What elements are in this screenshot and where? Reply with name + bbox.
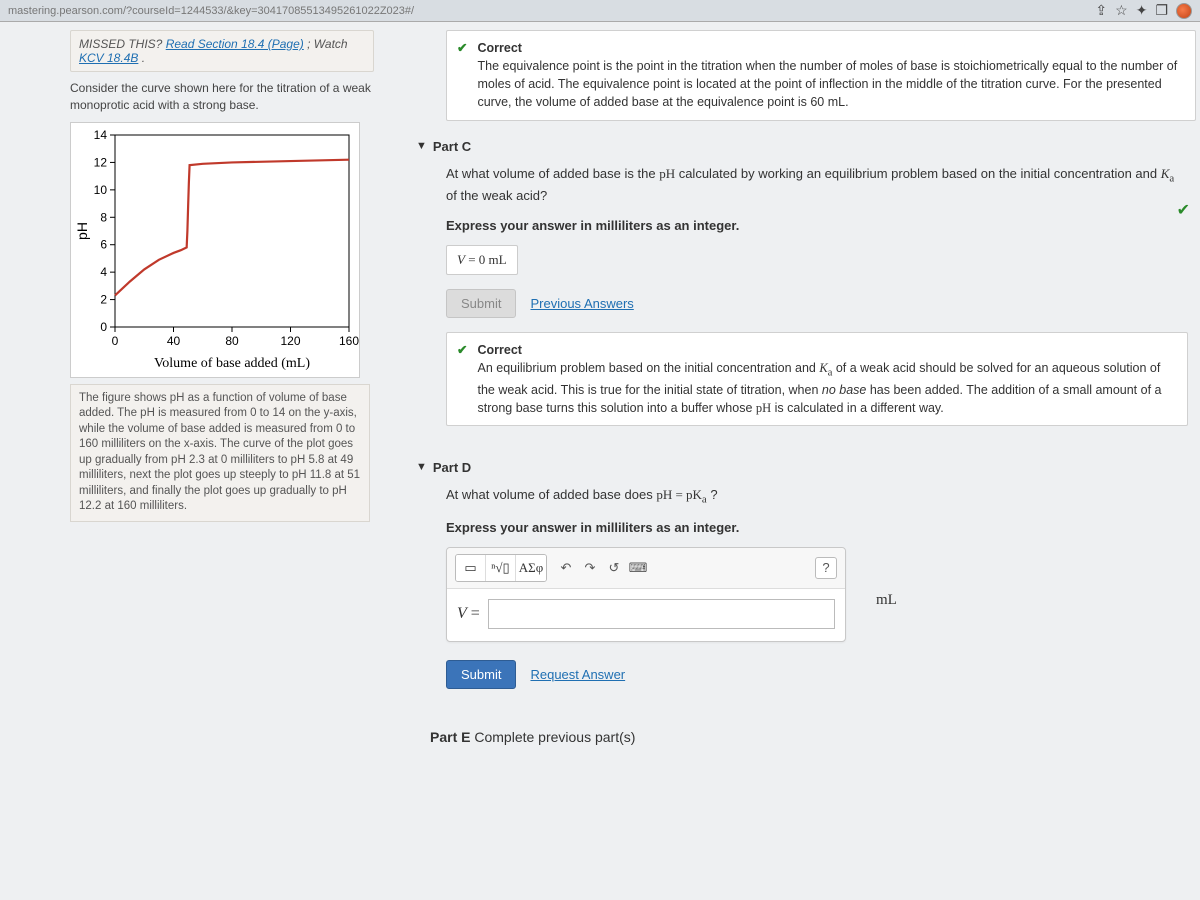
part-c-question: At what volume of added base is the pH c… [446, 164, 1188, 206]
missed-dot: . [142, 51, 145, 65]
kcv-link[interactable]: KCV 18.4B [79, 51, 138, 65]
svg-text:80: 80 [225, 334, 239, 348]
part-c-done-check-icon: ✔ [1177, 200, 1190, 220]
var-v: V [457, 252, 465, 267]
part-d-answer-widget: ▭ ⁿ√▯ ΑΣφ ↶ ↷ ↺ ⌨ ? V = [446, 547, 846, 642]
part-c-header[interactable]: ▼ Part C [386, 135, 1196, 164]
part-d-answer-input[interactable] [488, 599, 835, 629]
part-c-answer-display: V = 0 mL [446, 245, 518, 275]
cb1: An equilibrium problem based on the init… [477, 361, 819, 375]
qd3: ? [710, 487, 717, 502]
missed-this-box: MISSED THIS? Read Section 18.4 (Page) ; … [70, 30, 374, 72]
window-icon[interactable]: ❐ [1155, 2, 1168, 19]
cb-ka-sub: a [828, 367, 833, 378]
q-text3: of the weak acid? [446, 188, 547, 203]
svg-text:pH: pH [74, 222, 90, 240]
part-c-submit-button: Submit [446, 289, 516, 318]
cb-ka: K [819, 361, 827, 375]
consider-text: Consider the curve shown here for the ti… [70, 80, 374, 114]
svg-text:8: 8 [100, 210, 107, 224]
right-panel: ✔ Correct The equivalence point is the p… [380, 22, 1200, 900]
read-section-link[interactable]: Read Section 18.4 (Page) [166, 37, 304, 51]
q-text: At what volume of added base is the [446, 166, 659, 181]
request-answer-link[interactable]: Request Answer [530, 665, 625, 685]
part-d-question: At what volume of added base does pH = p… [446, 485, 1188, 508]
star-icon[interactable]: ☆ [1115, 2, 1128, 19]
part-e-sub: Complete previous part(s) [474, 729, 635, 745]
q-text2: calculated by working an equilibrium pro… [679, 166, 1161, 181]
missed-label: MISSED THIS? [79, 37, 166, 51]
part-d-instruct: Express your answer in milliliters as an… [446, 518, 1188, 538]
missed-sep: ; Watch [307, 37, 347, 51]
check-icon: ✔ [457, 341, 467, 417]
part-d-body: At what volume of added base does pH = p… [386, 485, 1196, 719]
svg-text:Volume of base added (mL): Volume of base added (mL) [154, 356, 310, 371]
svg-text:14: 14 [94, 128, 108, 142]
avatar[interactable] [1176, 3, 1192, 19]
part-d-header[interactable]: ▼ Part D [386, 456, 1196, 485]
qd-sub: a [702, 493, 707, 505]
part-e-label: Part E [430, 729, 470, 745]
part-c-instruct: Express your answer in milliliters as an… [446, 216, 1188, 236]
cb7: is calculated in a different way. [775, 401, 944, 415]
part-e-header: Part E Complete previous part(s) [386, 719, 1196, 745]
titration-figure: 0 2 4 6 8 10 12 14 0 40 80 120 160 pH Volume of base a… [70, 122, 360, 378]
radical-button[interactable]: ⁿ√▯ [486, 555, 516, 581]
undo-icon[interactable]: ↶ [555, 557, 577, 579]
titration-chart: 0 2 4 6 8 10 12 14 0 40 80 120 160 pH Volume of base a… [73, 125, 359, 375]
part-c-body: At what volume of added base is the pH c… [386, 164, 1196, 456]
browser-chrome-bar: mastering.pearson.com/?courseId=1244533/… [0, 0, 1200, 22]
share-icon[interactable]: ⇪ [1095, 2, 1107, 19]
figure-caption: The figure shows pH as a function of vol… [70, 384, 370, 522]
svg-text:4: 4 [100, 265, 107, 279]
feedback-equivalence: ✔ Correct The equivalence point is the p… [446, 30, 1196, 121]
part-c-correct-box: ✔ Correct An equilibrium problem based o… [446, 332, 1188, 426]
part-c-title: Part C [433, 139, 471, 154]
svg-text:40: 40 [167, 334, 181, 348]
url-fragment: mastering.pearson.com/?courseId=1244533/… [8, 5, 1095, 17]
svg-text:6: 6 [100, 237, 107, 251]
q-ph: pH [659, 166, 675, 181]
cb-nobase: no base [822, 383, 866, 397]
keyboard-icon[interactable]: ⌨ [627, 557, 649, 579]
previous-answers-link[interactable]: Previous Answers [530, 294, 633, 314]
answer-toolbar: ▭ ⁿ√▯ ΑΣφ ↶ ↷ ↺ ⌨ ? [447, 548, 845, 589]
svg-text:10: 10 [94, 182, 108, 196]
feedback-correct-label: Correct [477, 41, 521, 55]
q-ka-sub: a [1169, 172, 1174, 184]
svg-text:0: 0 [112, 334, 119, 348]
svg-text:2: 2 [100, 292, 107, 306]
check-icon: ✔ [457, 39, 467, 112]
template-picker-button[interactable]: ▭ [456, 555, 486, 581]
var-label-v: V = [457, 602, 480, 626]
part-d-submit-button[interactable]: Submit [446, 660, 516, 689]
svg-text:12: 12 [94, 155, 108, 169]
svg-text:0: 0 [100, 320, 107, 334]
answer-unit: mL [485, 252, 506, 267]
part-d-title: Part D [433, 460, 471, 475]
svg-text:160: 160 [339, 334, 359, 348]
chevron-down-icon[interactable]: ▼ [416, 140, 427, 152]
greek-letters-button[interactable]: ΑΣφ [516, 555, 546, 581]
unit-label: mL [876, 589, 897, 612]
feedback-equivalence-body: The equivalence point is the point in th… [477, 59, 1177, 109]
extensions-icon[interactable]: ✦ [1136, 2, 1148, 19]
svg-text:120: 120 [280, 334, 300, 348]
qd1: At what volume of added base does [446, 487, 656, 502]
chevron-down-icon[interactable]: ▼ [416, 461, 427, 473]
eq: = [465, 252, 479, 267]
correct-label: Correct [477, 343, 521, 357]
reset-icon[interactable]: ↺ [603, 557, 625, 579]
qd-eq: pH = pK [656, 487, 702, 502]
redo-icon[interactable]: ↷ [579, 557, 601, 579]
left-panel: MISSED THIS? Read Section 18.4 (Page) ; … [0, 22, 380, 900]
cb-ph: pH [756, 401, 771, 415]
help-button[interactable]: ? [815, 557, 837, 579]
